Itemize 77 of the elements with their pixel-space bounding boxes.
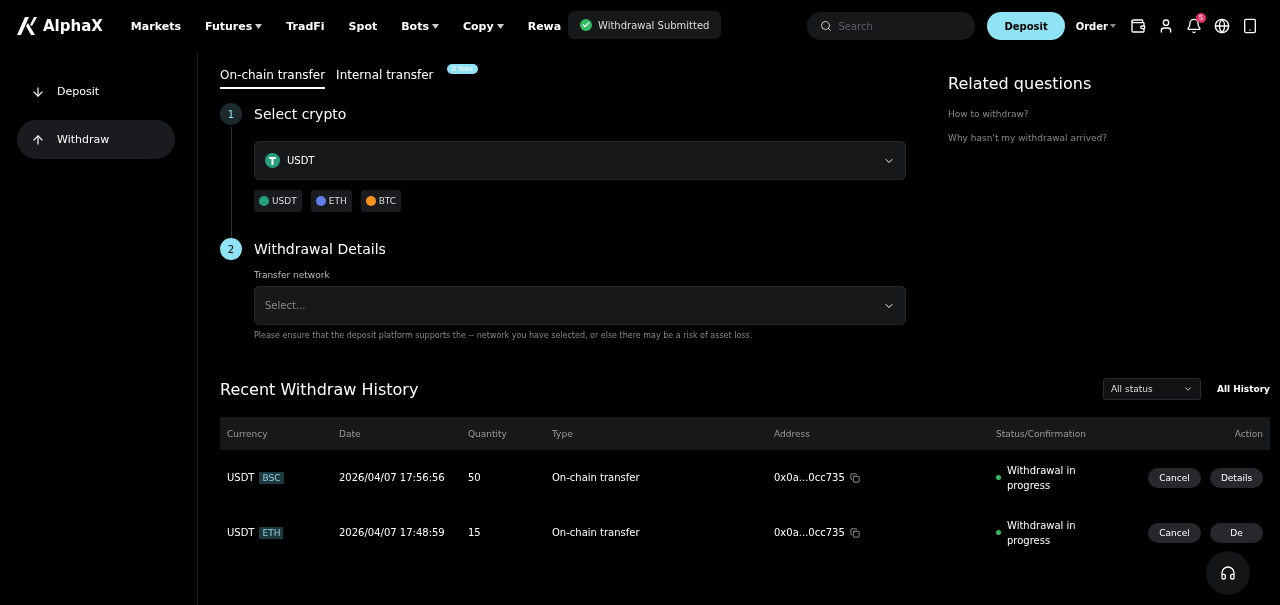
caret-icon (496, 23, 504, 29)
search-field[interactable]: Search (807, 12, 976, 40)
step-title: Withdrawal Details (254, 240, 387, 259)
details-button[interactable]: De (1210, 522, 1263, 543)
table-cell-text: 2026/04/07 17:48:59 (339, 527, 446, 538)
search-icon (820, 20, 833, 32)
currency-text: USDT (227, 472, 255, 483)
toast-message: Withdrawal Submitted (598, 19, 710, 31)
coin-chip[interactable]: ETH (310, 190, 352, 212)
all-history-link[interactable]: All History (1216, 384, 1270, 394)
arrow-up-icon (31, 132, 45, 147)
support-button[interactable] (1206, 551, 1250, 595)
column-header: Status/Confirmation (996, 428, 1087, 439)
tether-icon (265, 153, 280, 168)
address-text: 0x0a...0cc735 (774, 472, 845, 483)
table-cell-text: On-chain transfer (552, 527, 641, 538)
nav-link[interactable]: Spot (336, 19, 390, 33)
column-header: Address (774, 428, 811, 439)
sidebar-item[interactable]: Deposit (17, 72, 175, 111)
copy-icon[interactable] (849, 527, 860, 538)
nav-link[interactable]: TradFi (274, 19, 337, 33)
network-tag: ETH (259, 526, 284, 539)
question-link[interactable]: How to withdraw? (948, 109, 1108, 119)
field-label: Transfer network (254, 270, 331, 280)
cancel-button[interactable]: Cancel (1148, 522, 1201, 543)
deposit-button[interactable]: Deposit (987, 12, 1065, 40)
column-header: Quantity (468, 428, 508, 439)
nav-link[interactable]: Copy (450, 19, 516, 33)
arrow-down-icon (31, 84, 45, 99)
step-number: 1 (220, 103, 242, 125)
column-header: Currency (227, 428, 269, 439)
coin-chip[interactable]: USDT (254, 190, 302, 212)
logo-text: AlphaX (43, 17, 103, 35)
details-button[interactable]: Details (1210, 467, 1263, 488)
table-cell-text: 15 (468, 527, 482, 538)
network-select[interactable]: Select... (254, 286, 906, 325)
step-title: Select crypto (254, 105, 348, 124)
section-title: Recent Withdraw History (220, 379, 420, 399)
nav-link[interactable]: Futures (192, 19, 275, 33)
caret-icon (255, 23, 263, 29)
status-text: Withdrawal in progress (1007, 518, 1077, 548)
question-link[interactable]: Why hasn't my withdrawal arrived? (948, 133, 1108, 143)
status-filter[interactable]: All status (1102, 378, 1201, 400)
logo-icon (17, 17, 37, 35)
address-text: 0x0a...0cc735 (774, 527, 845, 538)
status-text: Withdrawal in progress (1007, 463, 1077, 493)
table-cell-text: On-chain transfer (552, 472, 641, 483)
order-menu[interactable]: Order (1075, 20, 1116, 32)
column-header: Date (339, 428, 362, 439)
column-header: Action (1233, 428, 1263, 439)
currency-text: USDT (227, 527, 255, 538)
step-number: 2 (220, 238, 242, 260)
coin-chip[interactable]: BTC (360, 190, 402, 212)
chevron-down-icon (1182, 384, 1193, 394)
wallet-icon[interactable] (1130, 18, 1146, 34)
check-icon (580, 19, 592, 31)
caret-icon (431, 23, 439, 29)
globe-icon[interactable] (1214, 18, 1230, 34)
cancel-button[interactable]: Cancel (1148, 467, 1201, 488)
column-header: Type (552, 428, 574, 439)
tablet-icon[interactable] (1242, 18, 1258, 34)
nav-link[interactable]: Bots (389, 19, 451, 33)
table-cell-text: 2026/04/07 17:56:56 (339, 472, 446, 483)
nav-link[interactable]: Markets (118, 19, 193, 33)
caret-icon (1110, 24, 1116, 28)
section-title: Related questions (948, 74, 1093, 93)
table-cell-text: 50 (468, 472, 482, 483)
tab[interactable]: Internal transfer (336, 68, 434, 89)
bell-icon[interactable] (1186, 18, 1202, 34)
user-icon[interactable] (1158, 18, 1174, 34)
headset-icon[interactable] (1220, 565, 1236, 581)
tab[interactable]: On-chain transfer (220, 68, 326, 89)
sidebar-item[interactable]: Withdraw (17, 120, 175, 159)
copy-icon[interactable] (849, 472, 860, 483)
warning-text: Please ensure that the deposit platform supports the -- network you have selected, or else there may be a risk of asset loss. (254, 331, 754, 340)
network-tag: BSC (259, 471, 284, 484)
crypto-select[interactable]: USDT (254, 141, 906, 180)
